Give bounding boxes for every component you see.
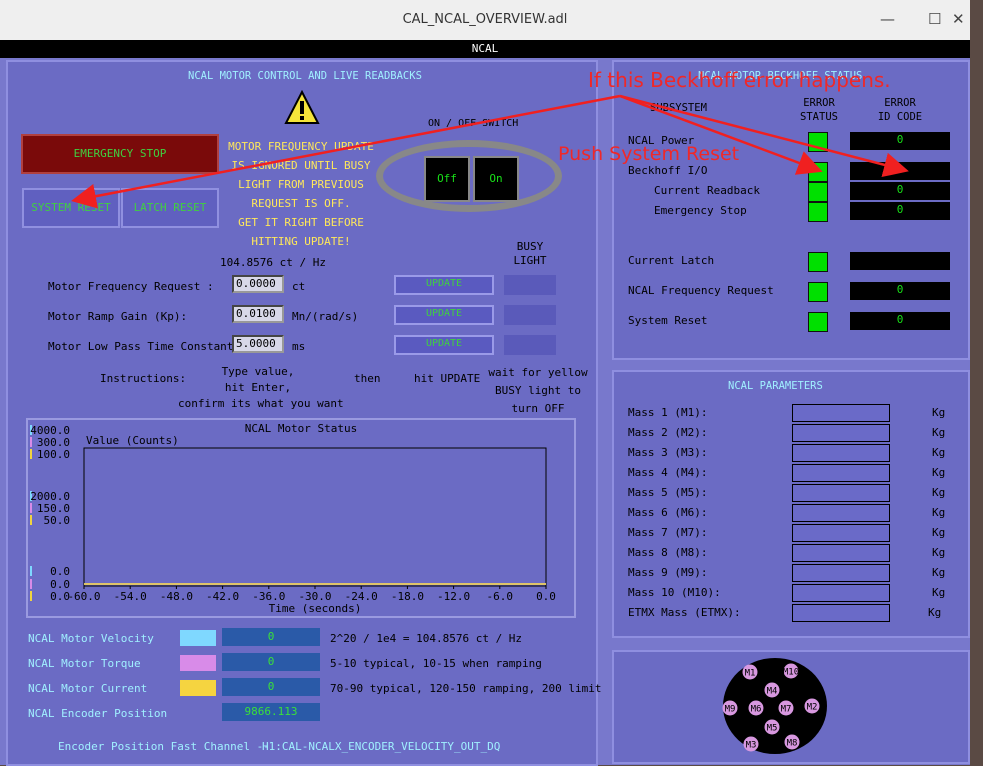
beckhoff-error-annotation: If this Beckhoff error happens. bbox=[588, 68, 891, 92]
arrow-to-system-reset bbox=[71, 94, 621, 209]
push-reset-annotation: Push System Reset bbox=[558, 143, 740, 165]
annotation-overlay bbox=[71, 94, 909, 209]
